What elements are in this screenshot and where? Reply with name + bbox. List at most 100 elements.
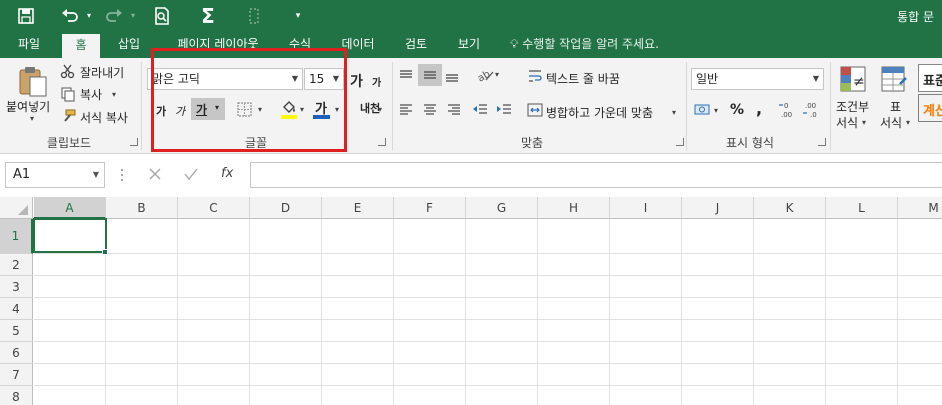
grow-font-button[interactable]: 가 — [350, 71, 363, 91]
svg-text:≠: ≠ — [853, 74, 865, 90]
table-dropdown-icon[interactable]: ▾ — [906, 118, 910, 127]
tell-me-search[interactable]: 💡︎ 수행할 작업을 알려 주세요. — [510, 32, 659, 58]
paste-button[interactable]: 붙여넣기 — [6, 98, 50, 115]
group-divider — [392, 62, 393, 150]
copy-button[interactable]: 복사 — [80, 86, 102, 103]
row-header-4[interactable]: 4 — [0, 298, 33, 320]
decrease-decimal-icon[interactable]: .00.0 — [802, 100, 822, 123]
autosum-icon[interactable]: Σ — [196, 4, 220, 28]
merge-dropdown-icon[interactable]: ▾ — [672, 108, 676, 117]
orientation-dropdown-icon[interactable]: ▾ — [495, 70, 499, 79]
column-header-b[interactable]: B — [106, 197, 178, 219]
row-header-8[interactable]: 8 — [0, 386, 33, 405]
grid-line — [249, 219, 250, 405]
number-launcher-icon[interactable] — [818, 138, 826, 146]
phonetic-dropdown-icon[interactable]: ▾ — [378, 105, 382, 114]
paste-dropdown-icon[interactable]: ▾ — [30, 114, 34, 123]
column-header-j[interactable]: J — [682, 197, 754, 219]
print-preview-icon[interactable] — [150, 4, 174, 28]
format-painter-button[interactable]: 서식 복사 — [80, 109, 128, 126]
column-header-e[interactable]: E — [322, 197, 394, 219]
name-box[interactable]: A1 ▼ — [5, 162, 105, 188]
enter-icon[interactable] — [182, 165, 200, 186]
clipboard-launcher-icon[interactable] — [130, 138, 138, 146]
copy-dropdown-icon[interactable]: ▾ — [112, 90, 116, 99]
comma-button[interactable]: , — [756, 99, 762, 118]
number-format-combo[interactable]: 일반 ▼ — [691, 68, 824, 90]
percent-button[interactable]: % — [730, 102, 744, 118]
conditional-formatting-label2[interactable]: 서식 — [836, 114, 858, 131]
style-calc-cell[interactable]: 계산 — [918, 94, 942, 122]
orientation-icon[interactable]: ab — [476, 66, 494, 87]
row-header-7[interactable]: 7 — [0, 364, 33, 386]
row-header-1[interactable]: 1 — [0, 219, 33, 254]
window-title: 통합 문 — [897, 10, 934, 24]
conditional-formatting-label1[interactable]: 조건부 — [836, 98, 869, 115]
tab-view[interactable]: 보기 — [448, 32, 490, 58]
conditional-formatting-icon[interactable]: ≠ — [838, 64, 868, 97]
font-launcher-icon[interactable] — [378, 138, 386, 146]
active-cell[interactable] — [33, 218, 107, 253]
align-top-icon[interactable] — [398, 68, 414, 87]
column-header-k[interactable]: K — [754, 197, 826, 219]
increase-decimal-icon[interactable]: 0.00 — [778, 100, 798, 123]
style-normal-cell[interactable]: 표준 — [918, 64, 942, 92]
align-bottom-icon[interactable] — [444, 68, 460, 87]
column-header-l[interactable]: L — [826, 197, 898, 219]
decrease-indent-icon[interactable] — [472, 102, 488, 121]
column-header-g[interactable]: G — [466, 197, 538, 219]
insert-function-button[interactable]: fx — [221, 166, 233, 181]
wrap-text-button[interactable]: 텍스트 줄 바꿈 — [546, 70, 620, 87]
format-as-table-label1[interactable]: 표 — [890, 98, 901, 115]
chevron-down-icon[interactable]: ▼ — [93, 163, 99, 187]
shrink-font-button[interactable]: 가 — [372, 74, 381, 89]
tab-review[interactable]: 검토 — [396, 32, 436, 58]
align-left-icon[interactable] — [398, 102, 414, 121]
accounting-dropdown-icon[interactable]: ▾ — [714, 106, 718, 115]
row-header-5[interactable]: 5 — [0, 320, 33, 342]
row-header-6[interactable]: 6 — [0, 342, 33, 364]
column-header-m[interactable]: M — [898, 197, 942, 219]
tab-home[interactable]: 홈 — [62, 34, 100, 58]
column-header-c[interactable]: C — [178, 197, 250, 219]
save-icon[interactable] — [14, 4, 38, 28]
grid-line — [34, 297, 942, 298]
tab-file[interactable]: 파일 — [6, 32, 52, 58]
column-header-h[interactable]: H — [538, 197, 610, 219]
increase-indent-icon[interactable] — [496, 102, 512, 121]
paste-icon[interactable] — [16, 64, 50, 101]
column-header-d[interactable]: D — [250, 197, 322, 219]
merge-center-button[interactable]: 병합하고 가운데 맞춤 — [546, 104, 653, 121]
row-header-3[interactable]: 3 — [0, 276, 33, 298]
align-right-icon[interactable] — [446, 102, 462, 121]
column-header-a[interactable]: A — [34, 197, 106, 219]
undo-dropdown-icon[interactable]: ▾ — [84, 4, 94, 28]
cut-button[interactable]: 잘라내기 — [80, 64, 124, 81]
tab-insert[interactable]: 삽입 — [108, 32, 150, 58]
copy-icon[interactable] — [60, 86, 76, 105]
fill-handle[interactable] — [102, 249, 108, 255]
cancel-icon[interactable] — [146, 165, 164, 186]
select-all-button[interactable] — [0, 197, 33, 219]
undo-icon[interactable] — [58, 4, 82, 28]
column-header-i[interactable]: I — [610, 197, 682, 219]
conditional-dropdown-icon[interactable]: ▾ — [862, 118, 866, 127]
align-middle-icon[interactable] — [418, 64, 442, 86]
format-painter-icon[interactable] — [60, 108, 76, 127]
format-as-table-label2[interactable]: 서식 — [880, 114, 902, 131]
worksheet-grid[interactable]: ABCDEFGHIJKLM 12345678 — [0, 197, 942, 405]
alignment-launcher-icon[interactable] — [676, 138, 684, 146]
format-as-table-icon[interactable] — [880, 64, 908, 97]
formula-bar-grip-icon[interactable] — [120, 166, 124, 184]
merge-center-icon[interactable] — [527, 102, 543, 121]
customize-icon[interactable]: ▾ — [290, 4, 306, 28]
accounting-format-icon[interactable] — [694, 102, 712, 121]
number-format-value: 일반 — [696, 72, 719, 86]
chevron-down-icon[interactable]: ▼ — [813, 69, 819, 89]
cut-icon[interactable] — [60, 63, 76, 82]
row-header-2[interactable]: 2 — [0, 254, 33, 276]
wrap-text-icon[interactable] — [527, 68, 543, 87]
column-header-f[interactable]: F — [394, 197, 466, 219]
formula-input[interactable] — [250, 162, 942, 188]
align-center-icon[interactable] — [422, 102, 438, 121]
